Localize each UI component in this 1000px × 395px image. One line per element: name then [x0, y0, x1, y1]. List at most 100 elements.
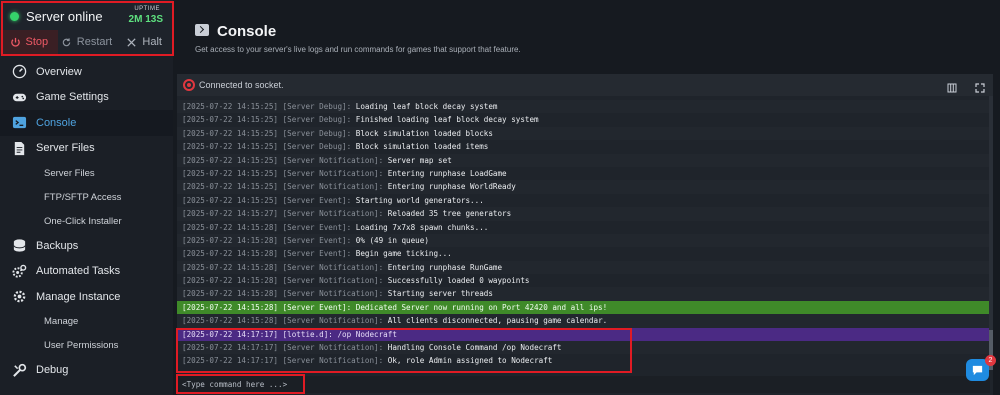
sidebar-subitem-one-click-installer[interactable]: One-Click Installer — [0, 209, 173, 233]
halt-label: Halt — [142, 36, 162, 48]
sidebar-item-label: Debug — [36, 364, 69, 377]
log-source: [Server Notification]: — [282, 209, 384, 219]
sidebar-subitem-manage[interactable]: Manage — [0, 310, 173, 334]
log-line: [2025-07-22 14:15:25] [Server Debug]: Bl… — [177, 126, 993, 141]
terminal-icon — [195, 24, 209, 36]
columns-toggle-button[interactable] — [947, 80, 957, 93]
uptime-label: UPTIME — [134, 6, 160, 12]
log-timestamp: [2025-07-22 14:15:25] — [182, 182, 279, 192]
log-line: [2025-07-22 14:15:25] [Server Debug]: Bl… — [177, 140, 993, 153]
log-timestamp: [2025-07-22 14:15:28] — [182, 235, 279, 245]
server-status-card: Server online UPTIME 2M 13S Stop Restart… — [0, 0, 173, 56]
log-source: [Server Notification]: — [282, 182, 384, 192]
server-status-text: Server online — [26, 9, 103, 24]
log-timestamp: [2025-07-22 14:15:25] — [182, 142, 279, 152]
close-icon — [127, 37, 137, 47]
log-source: [Server Event]: — [282, 222, 352, 232]
console-log[interactable]: [2025-07-22 14:15:25] [Server Debug]: Lo… — [177, 100, 993, 370]
power-icon — [10, 37, 20, 47]
gamepad-icon — [11, 89, 27, 105]
log-timestamp: [2025-07-22 14:15:25] — [182, 115, 279, 125]
sidebar-item-manage-instance[interactable]: Manage Instance — [0, 284, 173, 310]
log-line: [2025-07-22 14:15:25] [Server Debug]: Lo… — [177, 100, 993, 114]
log-line: [2025-07-22 14:15:25] [Server Notificati… — [177, 180, 993, 194]
sidebar-item-label: Automated Tasks — [36, 265, 121, 278]
page-subtitle: Get access to your server's live logs an… — [195, 45, 521, 54]
log-line: [2025-07-22 14:15:28] [Server Notificati… — [177, 314, 993, 328]
sidebar-item-server-files[interactable]: Server Files — [0, 136, 173, 162]
sidebar-item-backups[interactable]: Backups — [0, 233, 173, 259]
log-message: Loading leaf block decay system — [355, 102, 498, 111]
console-toolbar: Connected to socket. — [177, 74, 993, 96]
file-icon — [11, 140, 27, 156]
database-icon — [11, 238, 27, 254]
log-line: [2025-07-22 14:15:25] [Server Notificati… — [177, 153, 993, 167]
log-timestamp: [2025-07-22 14:15:28] — [182, 276, 279, 286]
sidebar-item-game-settings[interactable]: Game Settings — [0, 85, 173, 111]
sidebar-subitem-user-permissions[interactable]: User Permissions — [0, 334, 173, 358]
log-message: Dedicated Server now running on Port 424… — [355, 302, 608, 312]
sidebar-subitem-server-files[interactable]: Server Files — [0, 161, 173, 185]
log-source: [Server Event]: — [282, 249, 352, 259]
log-line: [2025-07-22 14:15:28] [Server Notificati… — [177, 287, 993, 301]
power-controls: Stop Restart Halt — [0, 30, 173, 54]
log-source: [Server Debug]: — [282, 102, 352, 111]
log-line: [2025-07-22 14:15:28] [Server Notificati… — [177, 274, 993, 287]
restart-icon — [62, 37, 71, 46]
restart-button[interactable]: Restart — [58, 30, 116, 54]
console-scrollbar[interactable] — [989, 96, 993, 370]
log-timestamp: [2025-07-22 14:15:25] — [182, 168, 279, 178]
log-line: [2025-07-22 14:17:17] [Server Notificati… — [177, 354, 993, 367]
log-timestamp: [2025-07-22 14:15:28] — [182, 262, 279, 272]
log-source: [Server Notification]: — [282, 168, 384, 178]
log-timestamp: [2025-07-22 14:15:25] — [182, 128, 279, 138]
sidebar-subitem-ftp-sftp[interactable]: FTP/SFTP Access — [0, 185, 173, 209]
sidebar-item-label: Overview — [36, 65, 82, 78]
sidebar-item-overview[interactable]: Overview — [0, 59, 173, 85]
log-line: [2025-07-22 14:15:25] [Server Event]: St… — [177, 194, 993, 207]
sidebar-item-console[interactable]: Console — [0, 110, 173, 136]
log-source: [Server Notification]: — [282, 276, 384, 286]
log-timestamp: [2025-07-22 14:15:25] — [182, 195, 279, 205]
log-message: All clients disconnected, pausing game c… — [387, 316, 608, 326]
sidebar-item-debug[interactable]: Debug — [0, 358, 173, 384]
status-row: Server online UPTIME 2M 13S — [0, 0, 173, 30]
online-indicator-icon — [10, 12, 19, 21]
restart-label: Restart — [76, 36, 113, 48]
stop-label: Stop — [25, 36, 49, 48]
log-message: /op Nodecraft — [337, 329, 397, 339]
fullscreen-button[interactable] — [975, 80, 985, 93]
socket-status-icon — [183, 79, 195, 91]
halt-button[interactable]: Halt — [115, 30, 173, 54]
log-message: Block simulation loaded blocks — [355, 128, 493, 138]
log-line: [2025-07-22 14:17:17] [Server Notificati… — [177, 341, 993, 355]
sidebar: Server online UPTIME 2M 13S Stop Restart… — [0, 0, 174, 395]
expand-icon — [975, 83, 985, 93]
log-message: Handling Console Command /op Nodecraft — [387, 343, 562, 353]
command-input[interactable] — [178, 376, 990, 393]
sidebar-item-label: Server Files — [36, 142, 95, 155]
log-source: [Server Notification]: — [282, 316, 384, 326]
log-timestamp: [2025-07-22 14:15:25] — [182, 155, 279, 165]
log-message: Block simulation loaded items — [355, 142, 489, 152]
log-timestamp: [2025-07-22 14:15:28] — [182, 222, 279, 232]
gear-icon — [11, 289, 27, 305]
log-timestamp: [2025-07-22 14:15:28] — [182, 316, 279, 326]
log-message: Reloaded 35 tree generators — [387, 209, 512, 219]
log-source: [Server Debug]: — [282, 115, 352, 125]
log-message: Successfully loaded 0 waypoints — [387, 276, 530, 286]
log-line: [2025-07-22 14:15:25] [Server Notificati… — [177, 167, 993, 180]
log-timestamp: [2025-07-22 14:15:28] — [182, 302, 279, 312]
console-panel: Connected to socket. [2025-07-22 14:15:2… — [177, 74, 993, 395]
log-message: Server map set — [387, 155, 452, 165]
log-message: Begin game ticking... — [355, 249, 452, 259]
stop-button[interactable]: Stop — [0, 30, 58, 54]
log-source: [Server Notification]: — [282, 343, 384, 353]
sidebar-item-automated-tasks[interactable]: Automated Tasks — [0, 259, 173, 285]
log-timestamp: [2025-07-22 14:15:28] — [182, 289, 279, 299]
gears-icon — [11, 263, 27, 279]
log-source: [Server Event]: — [282, 195, 352, 205]
log-message: 0% (49 in queue) — [355, 235, 429, 245]
log-message: Finished loading leaf block decay system — [355, 115, 539, 125]
columns-icon — [947, 83, 957, 93]
